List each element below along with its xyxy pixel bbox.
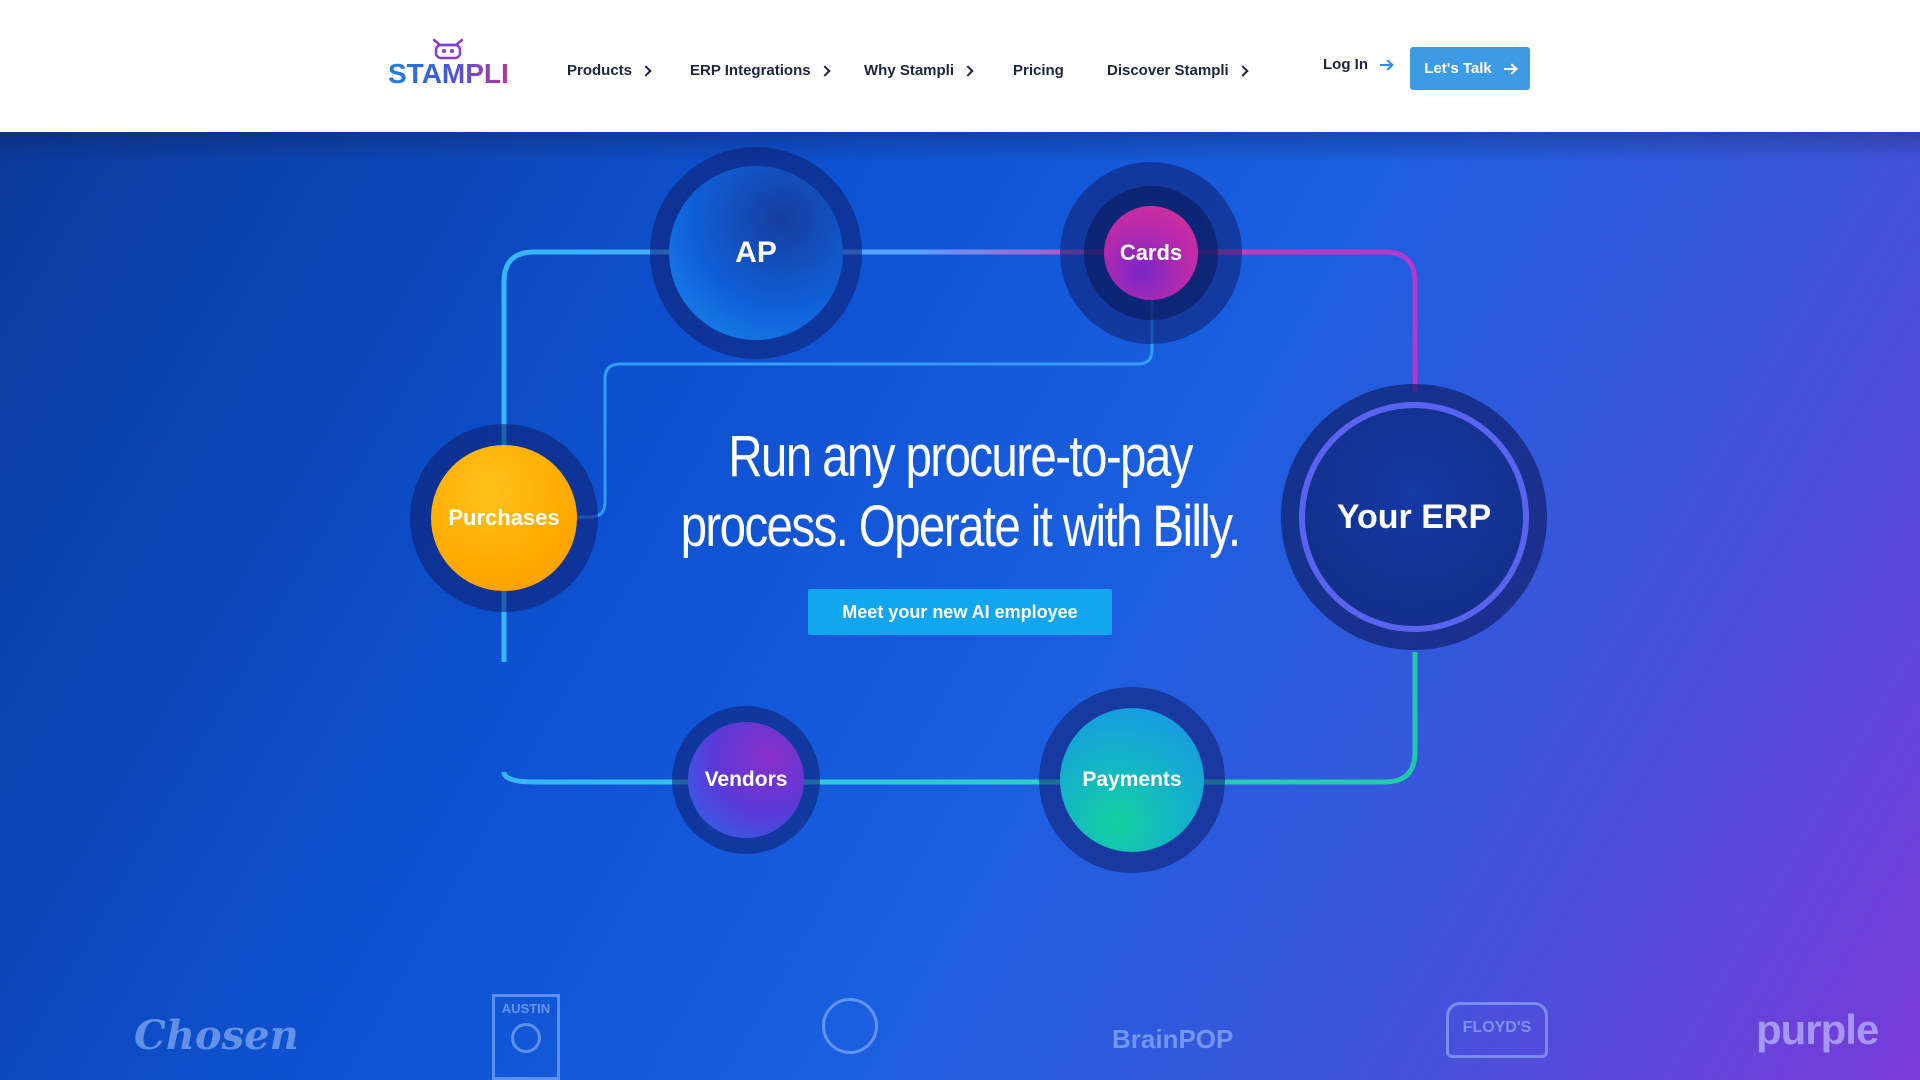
lets-talk-button[interactable]: Let's Talk: [1410, 47, 1530, 90]
logo-brainpop: BrainPOP: [1112, 1024, 1234, 1054]
site-header: STAMPLI Products ERP Integrations Why St…: [0, 0, 1920, 132]
logo-floyds: FLOYD'S: [1446, 1002, 1548, 1058]
arrow-right-icon: [1503, 64, 1516, 74]
arrow-right-icon: [1380, 60, 1392, 70]
hero-headline-line1: Run any procure-to-pay: [728, 424, 1193, 489]
chevron-right-icon: [640, 64, 652, 77]
node-cards: Cards: [1060, 162, 1242, 344]
nav-why-stampli[interactable]: Why Stampli: [864, 62, 974, 79]
login-link[interactable]: Log In: [1323, 56, 1392, 73]
nav-discover-stampli[interactable]: Discover Stampli: [1107, 62, 1249, 79]
node-vendors-label: Vendors: [704, 768, 788, 791]
logo-wendys-icon: [822, 998, 878, 1054]
nav-products-label: Products: [567, 62, 633, 79]
main-nav: Products ERP Integrations Why Stampli Pr…: [0, 62, 1920, 84]
nav-pricing[interactable]: Pricing: [1013, 62, 1064, 79]
hero-headline-line2: process. Operate it with Billy.: [680, 494, 1241, 559]
login-label: Log In: [1323, 56, 1368, 73]
logo-mascot-icon: [432, 38, 464, 60]
hero-headline: Run any procure-to-pay process. Operate …: [665, 422, 1255, 562]
meet-ai-employee-label: Meet your new AI employee: [842, 601, 1078, 622]
node-payments-label: Payments: [1082, 768, 1182, 791]
logo-chosen: Chosen: [134, 1012, 299, 1059]
nav-erp-integrations[interactable]: ERP Integrations: [690, 62, 831, 79]
logo-floyds-text: FLOYD'S: [1462, 1019, 1532, 1036]
node-vendors: Vendors: [672, 706, 820, 854]
nav-products[interactable]: Products: [567, 62, 652, 79]
node-ap-label: AP: [735, 236, 777, 269]
logo-purple: purple: [1756, 1006, 1879, 1053]
node-cards-label: Cards: [1119, 240, 1183, 265]
node-your-erp-label: Your ERP: [1336, 497, 1492, 536]
customer-logo-strip: Chosen AUSTIN BrainPOP FLOYD'S purple: [0, 994, 1920, 1080]
node-payments: Payments: [1039, 687, 1225, 873]
nav-pricing-label: Pricing: [1013, 62, 1064, 79]
nav-erp-integrations-label: ERP Integrations: [690, 62, 811, 79]
hero-section: AP Cards Purchases Your ERP Vendors Paym: [0, 132, 1920, 1080]
meet-ai-employee-button[interactable]: Meet your new AI employee: [808, 589, 1112, 635]
node-your-erp: Your ERP: [1281, 384, 1547, 650]
chevron-right-icon: [1237, 64, 1249, 77]
chevron-right-icon: [962, 64, 974, 77]
nav-why-stampli-label: Why Stampli: [864, 62, 955, 79]
nav-discover-stampli-label: Discover Stampli: [1107, 62, 1229, 79]
node-purchases-label: Purchases: [448, 505, 560, 530]
node-purchases: Purchases: [410, 424, 598, 612]
logo-austin-text: AUSTIN: [501, 1001, 551, 1016]
logo-austin: AUSTIN: [492, 994, 560, 1080]
chevron-right-icon: [818, 64, 831, 77]
lets-talk-label: Let's Talk: [1424, 60, 1492, 77]
node-ap: AP: [650, 147, 862, 359]
tree-icon: [511, 1023, 541, 1053]
